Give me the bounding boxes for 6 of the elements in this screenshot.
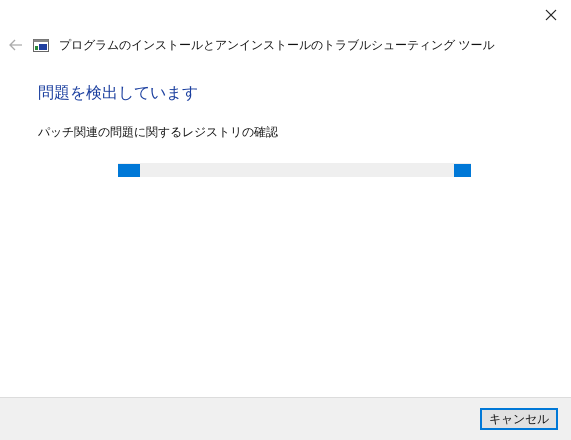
cancel-button[interactable]: キャンセル [480,408,558,430]
close-icon[interactable] [545,9,557,21]
heading: 問題を検出しています [38,84,199,104]
window-title: プログラムのインストールとアンインストールのトラブルシューティング ツール [59,37,494,54]
status-text: パッチ関連の問題に関するレジストリの確認 [38,124,279,141]
program-window-icon [33,38,49,52]
